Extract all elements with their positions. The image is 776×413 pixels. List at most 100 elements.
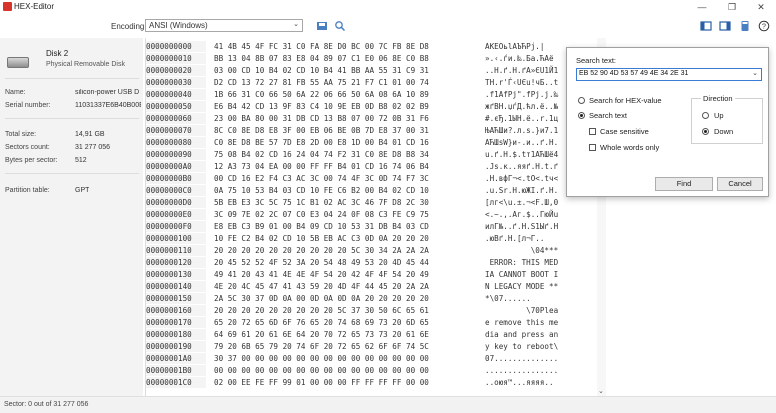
minimize-icon[interactable]: — <box>687 0 717 14</box>
row-ascii[interactable]: #.єЂ.1ЫН.ё..r.1ц <box>485 113 558 124</box>
hex-row[interactable]: 0000000150 2A 5C 30 37 0D 0A 00 0D 0A 0D … <box>146 293 607 304</box>
save-icon[interactable] <box>316 20 328 32</box>
hex-row[interactable]: 0000000120 20 45 52 52 4F 52 3A 20 54 48 … <box>146 257 607 268</box>
row-bytes[interactable]: E6 B4 42 CD 13 9F 83 C4 10 9E EB 0D B8 0… <box>214 101 429 112</box>
row-ascii[interactable]: ».‹.ѓи.‰.Бa.ЋАё <box>485 53 554 64</box>
row-bytes[interactable]: 00 00 00 00 00 00 00 00 00 00 00 00 00 0… <box>214 365 429 376</box>
hex-row[interactable]: 0000000190 79 20 6B 65 79 20 74 6F 20 72 … <box>146 341 607 352</box>
row-bytes[interactable]: 5B EB E3 3C 5C 75 1C B1 02 AC 3C 46 7F D… <box>214 197 429 208</box>
row-bytes[interactable]: C0 8E D8 BE 57 7D E8 2D 00 E8 1D 00 B4 0… <box>214 137 429 148</box>
row-bytes[interactable]: 20 20 20 20 20 20 20 20 20 5C 37 30 50 6… <box>214 305 429 316</box>
case-sensitive-label[interactable]: Case sensitive <box>600 127 649 136</box>
row-bytes[interactable]: 3C 09 7E 02 2C 07 C0 E3 04 24 0F 08 C3 F… <box>214 209 429 220</box>
row-ascii[interactable]: АЋШѕW}и-.и..ґ.Н. <box>485 137 558 148</box>
direction-down-radio[interactable] <box>702 128 709 135</box>
row-bytes[interactable]: 65 20 72 65 6D 6F 76 65 20 74 68 69 73 2… <box>214 317 429 328</box>
row-bytes[interactable]: 64 69 61 20 61 6E 64 20 70 72 65 73 73 2… <box>214 329 429 340</box>
layout-right-panel-icon[interactable] <box>719 20 731 32</box>
row-bytes[interactable]: 00 CD 16 E2 F4 C3 AC 3C 00 74 4F 3C 0D 7… <box>214 173 429 184</box>
row-bytes[interactable]: E8 EB C3 B9 01 00 B4 09 CD 10 53 31 DB B… <box>214 221 429 232</box>
row-bytes[interactable]: 0A 75 10 53 B4 03 CD 10 FE C6 B2 00 B4 0… <box>214 185 429 196</box>
row-ascii[interactable]: IA CANNOT BOOT I <box>485 269 558 280</box>
row-ascii[interactable]: ТН.r'Ѓ‹UЄu!чБ..t <box>485 77 558 88</box>
row-bytes[interactable]: 23 00 BA 80 00 31 DB CD 13 B8 07 00 72 0… <box>214 113 429 124</box>
search-input-value[interactable]: EB 52 90 4D 53 57 49 4E 34 2E 31 <box>579 70 688 77</box>
row-bytes[interactable]: BB 13 04 8B 07 83 E8 04 89 07 C1 E0 06 8… <box>214 53 429 64</box>
hex-row[interactable]: 0000000180 64 69 61 20 61 6E 64 20 70 72 … <box>146 329 607 340</box>
hex-row[interactable]: 0000000010 BB 13 04 8B 07 83 E8 04 89 07 … <box>146 53 607 64</box>
hex-row[interactable]: 0000000110 20 20 20 20 20 20 20 20 20 20 … <box>146 245 607 256</box>
hex-row[interactable]: 00000000A0 12 A3 73 04 EA 00 00 FF FF B4 … <box>146 161 607 172</box>
row-ascii[interactable]: .Н.вфГ¬<.tO<.tч< <box>485 173 558 184</box>
row-bytes[interactable]: 03 00 CD 10 B4 02 CD 10 B4 41 BB AA 55 3… <box>214 65 429 76</box>
row-bytes[interactable]: 20 20 20 20 20 20 20 20 20 20 5C 30 34 2… <box>214 245 429 256</box>
hex-row[interactable]: 00000000E0 3C 09 7E 02 2C 07 C0 E3 04 24 … <box>146 209 607 220</box>
row-ascii[interactable]: dia and press an <box>485 329 558 340</box>
search-hex-radio[interactable] <box>578 97 585 104</box>
row-ascii[interactable]: \04*** <box>485 245 558 256</box>
row-bytes[interactable]: 10 FE C2 B4 02 CD 10 5B EB AC C3 0D 0A 2… <box>214 233 429 244</box>
row-ascii[interactable]: ERROR: THIS MED <box>485 257 559 268</box>
row-bytes[interactable]: 30 37 00 00 00 00 00 00 00 00 00 00 00 0… <box>214 353 429 364</box>
hex-row[interactable]: 0000000100 10 FE C2 B4 02 CD 10 5B EB AC … <box>146 233 607 244</box>
find-button[interactable]: Find <box>655 177 713 191</box>
hex-row[interactable]: 0000000000 41 4B 45 4F FC 31 C0 FA 8E D0 … <box>146 41 607 52</box>
row-ascii[interactable]: *\07...... <box>485 293 554 304</box>
row-bytes[interactable]: 02 00 EE FE FF 99 01 00 00 00 FF FF FF F… <box>214 377 429 388</box>
whole-words-checkbox[interactable] <box>589 144 596 151</box>
whole-words-label[interactable]: Whole words only <box>600 143 659 152</box>
row-bytes[interactable]: 75 08 B4 02 CD 16 24 04 74 F2 31 C0 8E D… <box>214 149 429 160</box>
row-ascii[interactable]: илГ№..ґ.Н.S1Ыґ.Н <box>485 221 558 232</box>
hex-row[interactable]: 00000001A0 30 37 00 00 00 00 00 00 00 00 … <box>146 353 607 364</box>
row-bytes[interactable]: 8C C0 8E D8 E8 3F 00 EB 06 BE 0B 7D E8 3… <box>214 125 429 136</box>
row-bytes[interactable]: 4E 20 4C 45 47 41 43 59 20 4D 4F 44 45 2… <box>214 281 429 292</box>
hex-row[interactable]: 0000000080 C0 8E D8 BE 57 7D E8 2D 00 E8 … <box>146 137 607 148</box>
row-ascii[interactable]: .f1АfPj".fPj.j.‰ <box>485 89 558 100</box>
case-sensitive-checkbox[interactable] <box>589 128 596 135</box>
row-bytes[interactable]: 41 4B 45 4F FC 31 C0 FA 8E D0 BC 00 7C F… <box>214 41 429 52</box>
hex-row[interactable]: 0000000040 1B 66 31 C0 66 50 6A 22 06 66 … <box>146 89 607 100</box>
row-bytes[interactable]: 79 20 6B 65 79 20 74 6F 20 72 65 62 6F 6… <box>214 341 429 352</box>
row-ascii[interactable]: жґBН.џѓД.ћл.ё..№ <box>485 101 558 112</box>
row-ascii[interactable]: 07.............. <box>485 353 558 364</box>
row-ascii[interactable]: AKEOьlАЪЋРј.| <box>485 41 544 52</box>
direction-down-label[interactable]: Down <box>714 127 733 136</box>
calculator-icon[interactable] <box>739 20 751 32</box>
direction-up-radio[interactable] <box>702 112 709 119</box>
search-text-radio[interactable] <box>578 112 585 119</box>
row-ascii[interactable]: .Јs.к..яяґ.Н.t.ґ <box>485 161 558 172</box>
hex-row[interactable]: 00000001B0 00 00 00 00 00 00 00 00 00 00 … <box>146 365 607 376</box>
hex-row[interactable]: 00000001C0 02 00 EE FE FF 99 01 00 00 00 … <box>146 377 607 388</box>
hex-row[interactable]: 0000000140 4E 20 4C 45 47 41 43 59 20 4D … <box>146 281 607 292</box>
hex-row[interactable]: 00000000D0 5B EB E3 3C 5C 75 1C B1 02 AC … <box>146 197 607 208</box>
scroll-down-icon[interactable]: ⌄ <box>598 387 604 395</box>
hex-row[interactable]: 0000000060 23 00 BA 80 00 31 DB CD 13 B8 … <box>146 113 607 124</box>
hex-row[interactable]: 00000000F0 E8 EB C3 B9 01 00 B4 09 CD 10 … <box>146 221 607 232</box>
search-icon[interactable] <box>334 20 346 32</box>
hex-row[interactable]: 00000000C0 0A 75 10 53 B4 03 CD 10 FE C6 … <box>146 185 607 196</box>
hex-row[interactable]: 00000000B0 00 CD 16 E2 F4 C3 AC 3C 00 74 … <box>146 173 607 184</box>
maximize-icon[interactable]: ❐ <box>717 0 747 14</box>
close-icon[interactable]: ✕ <box>746 0 776 14</box>
hex-row[interactable]: 0000000070 8C C0 8E D8 E8 3F 00 EB 06 BE … <box>146 125 607 136</box>
row-ascii[interactable]: N LEGACY MODE ** <box>485 281 558 292</box>
hex-row[interactable]: 0000000160 20 20 20 20 20 20 20 20 20 5C … <box>146 305 607 316</box>
row-ascii[interactable]: ..Н.ґ.Н.ґA»ЄU1Й1 <box>485 65 558 76</box>
search-text-option-label[interactable]: Search text <box>589 111 627 120</box>
row-bytes[interactable]: 49 41 20 43 41 4E 4E 4F 54 20 42 4F 4F 5… <box>214 269 429 280</box>
row-ascii[interactable]: u.ґ.Н.$.tт1АЋШё4 <box>485 149 558 160</box>
direction-up-label[interactable]: Up <box>714 111 724 120</box>
row-ascii[interactable]: .юВґ.Н.[л¬Г.. <box>485 233 558 244</box>
row-ascii[interactable]: .u.Sr.Н.юЖІ.ґ.Н. <box>485 185 558 196</box>
row-ascii[interactable]: ЊАЋШи?.л.ѕ.}и7.1 <box>485 125 558 136</box>
layout-left-panel-icon[interactable] <box>700 20 712 32</box>
row-ascii[interactable]: y key to reboot\ <box>485 341 558 352</box>
row-ascii[interactable]: e remove this me <box>485 317 558 328</box>
hex-row[interactable]: 0000000170 65 20 72 65 6D 6F 76 65 20 74 … <box>146 317 607 328</box>
hex-row[interactable]: 0000000050 E6 B4 42 CD 13 9F 83 C4 10 9E … <box>146 101 607 112</box>
row-bytes[interactable]: 1B 66 31 C0 66 50 6A 22 06 66 50 6A 08 6… <box>214 89 429 100</box>
row-ascii[interactable]: ..оюя™...яяяя.. <box>485 377 554 388</box>
search-input[interactable]: EB 52 90 4D 53 57 49 4E 34 2E 31 ⌄ <box>576 68 762 81</box>
row-ascii[interactable]: [лг<\u.±.¬<F.Ш,0 <box>485 197 558 208</box>
row-ascii[interactable]: <.~.,.Аг.$..ГюЙu <box>485 209 558 220</box>
